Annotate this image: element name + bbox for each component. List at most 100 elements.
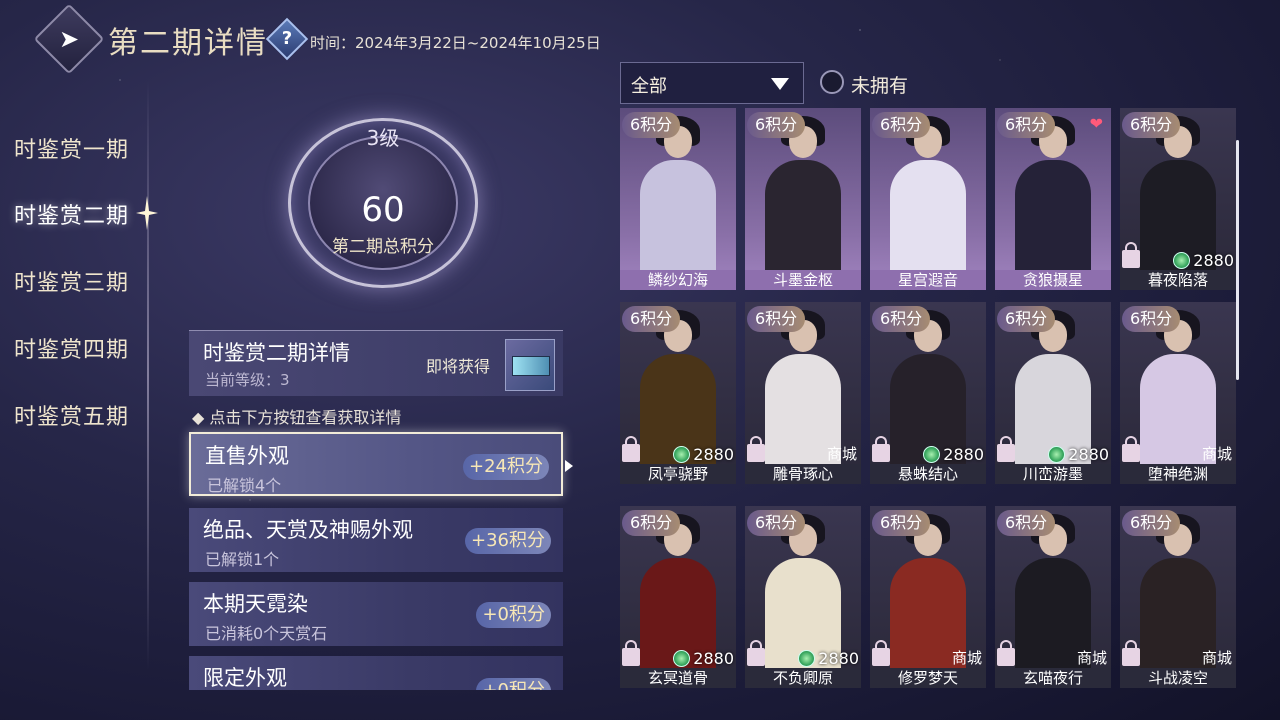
price-tag: 2880: [673, 649, 734, 668]
source-row-dye[interactable]: 本期天霓染 已消耗0个天赏石 +0积分: [189, 582, 563, 646]
nav-item-period-5[interactable]: 时鉴赏五期: [14, 399, 129, 431]
outfit-card[interactable]: 6积分 2880 玄冥道骨: [620, 506, 736, 688]
price-value: 2880: [943, 445, 984, 464]
lock-icon: [1122, 242, 1140, 268]
outfit-name: 玄喵夜行: [995, 668, 1111, 688]
source-sub: 已解锁1个: [205, 550, 280, 569]
points-badge: 6积分: [622, 510, 681, 536]
source-title: 限定外观: [203, 666, 287, 690]
outfit-card[interactable]: 6积分 2880 川峦游墨: [995, 302, 1111, 484]
outfit-card[interactable]: 6积分 商城 玄喵夜行: [995, 506, 1111, 688]
outfit-card[interactable]: 6积分 2880 不负卿原: [745, 506, 861, 688]
points-badge: 6积分: [1122, 306, 1181, 332]
outfit-card[interactable]: 6积分 2880 悬蛛结心: [870, 302, 986, 484]
jade-icon: [923, 446, 941, 463]
filter-dropdown[interactable]: 全部: [620, 62, 804, 104]
source-title: 本期天霓染: [203, 592, 308, 616]
current-level: 当前等级：3: [205, 371, 290, 389]
price-tag: 2880: [1048, 445, 1109, 464]
figure-body: [1015, 160, 1091, 270]
scrollbar[interactable]: [1236, 140, 1239, 380]
jade-icon: [798, 650, 816, 667]
nav-divider: [147, 80, 149, 670]
price-value: 2880: [693, 649, 734, 668]
total-score: 60: [361, 190, 405, 230]
back-button[interactable]: ➤: [33, 3, 105, 75]
lock-icon: [747, 436, 765, 462]
figure-body: [890, 160, 966, 270]
lock-icon: [872, 436, 890, 462]
source-row-premium[interactable]: 绝品、天赏及神赐外观 已解锁1个 +36积分: [189, 508, 563, 572]
reward-item-icon: [512, 356, 550, 376]
shop-label: 商城: [1201, 649, 1232, 667]
period-text: 时间：2024年3月22日~2024年10月25日: [310, 34, 601, 52]
outfit-name: 雕骨琢心: [745, 464, 861, 484]
lock-icon: [997, 640, 1015, 666]
outfit-card[interactable]: 6积分商城 修罗梦天: [870, 506, 986, 688]
outfit-name: 暮夜陷落: [1120, 270, 1236, 290]
outfit-name: 川峦游墨: [995, 464, 1111, 484]
help-button[interactable]: ?: [265, 17, 309, 61]
shop-label: 商城: [826, 445, 857, 463]
points-badge: 6积分: [622, 306, 681, 332]
soon-label: 即将获得: [426, 357, 491, 376]
source-sub: 已解锁4个: [207, 476, 282, 495]
hint-text: ◆ 点击下方按钮查看获取详情: [192, 408, 402, 427]
outfit-name: 凤亭骁野: [620, 464, 736, 484]
figure-body: [765, 160, 841, 270]
points-badge: 6积分: [622, 112, 681, 138]
shop-label: 商城: [951, 649, 982, 667]
points-badge: 6积分: [872, 510, 931, 536]
price-tag: 2880: [1173, 251, 1234, 270]
details-title: 时鉴赏二期详情: [203, 341, 350, 365]
source-row-direct-sale[interactable]: 直售外观 已解锁4个 +24积分: [189, 432, 563, 496]
outfit-card[interactable]: 6积分 2880 凤亭骁野: [620, 302, 736, 484]
outfit-name: 斗墨金枢: [745, 270, 861, 290]
outfit-card[interactable]: 6积分 ❤ 贪狼摄星: [995, 108, 1111, 290]
outfit-card[interactable]: 6积分斗墨金枢: [745, 108, 861, 290]
points-badge: 6积分: [872, 306, 931, 332]
price-tag: 2880: [923, 445, 984, 464]
heart-icon: ❤: [1089, 114, 1103, 133]
outfit-card[interactable]: 6积分 星宫遐音: [870, 108, 986, 290]
outfit-name: 修罗梦天: [870, 668, 986, 688]
price-value: 2880: [1068, 445, 1109, 464]
filter-selected: 全部: [631, 76, 667, 97]
outfit-name: 堕神绝渊: [1120, 464, 1236, 484]
shop-label: 商城: [1201, 445, 1232, 463]
outfit-card[interactable]: 6积分 商城 斗战凌空: [1120, 506, 1236, 688]
nav-item-period-1[interactable]: 时鉴赏一期: [14, 132, 129, 164]
unowned-label: 未拥有: [851, 75, 909, 97]
period-details-card[interactable]: 时鉴赏二期详情 当前等级：3 即将获得: [189, 330, 563, 396]
nav-item-period-3[interactable]: 时鉴赏三期: [14, 265, 129, 297]
lock-icon: [872, 640, 890, 666]
points-badge: 6积分: [1122, 112, 1181, 138]
source-points: +24积分: [463, 454, 549, 480]
question-icon: ?: [281, 28, 293, 49]
back-arrow-icon: ➤: [58, 25, 80, 53]
lock-icon: [1122, 436, 1140, 462]
source-row-limited[interactable]: 限定外观 +0积分: [189, 656, 563, 690]
outfit-card[interactable]: 6积分商城 堕神绝渊: [1120, 302, 1236, 484]
price-tag: 2880: [798, 649, 859, 668]
points-badge: 6积分: [1122, 510, 1181, 536]
outfit-name: 悬蛛结心: [870, 464, 986, 484]
source-points: +0积分: [476, 678, 551, 690]
figure-body: [640, 160, 716, 270]
points-badge: 6积分: [747, 112, 806, 138]
unowned-radio[interactable]: [820, 70, 844, 94]
price-value: 2880: [693, 445, 734, 464]
outfit-card[interactable]: 6积分 鳞纱幻海: [620, 108, 736, 290]
source-title: 绝品、天赏及神赐外观: [203, 518, 413, 542]
outfit-card[interactable]: 6积分 2880 暮夜陷落: [1120, 108, 1236, 290]
lock-icon: [747, 640, 765, 666]
outfit-name: 不负卿原: [745, 668, 861, 688]
score-ring: 60 第二期总积分 3级: [288, 118, 478, 288]
outfit-card[interactable]: 6积分商城 雕骨琢心: [745, 302, 861, 484]
total-score-label: 第二期总积分: [332, 237, 434, 257]
nav-item-period-4[interactable]: 时鉴赏四期: [14, 332, 129, 364]
reward-thumbnail[interactable]: [505, 339, 555, 391]
points-badge: 6积分: [747, 306, 806, 332]
nav-item-period-2[interactable]: 时鉴赏二期: [14, 198, 129, 230]
lock-icon: [622, 436, 640, 462]
